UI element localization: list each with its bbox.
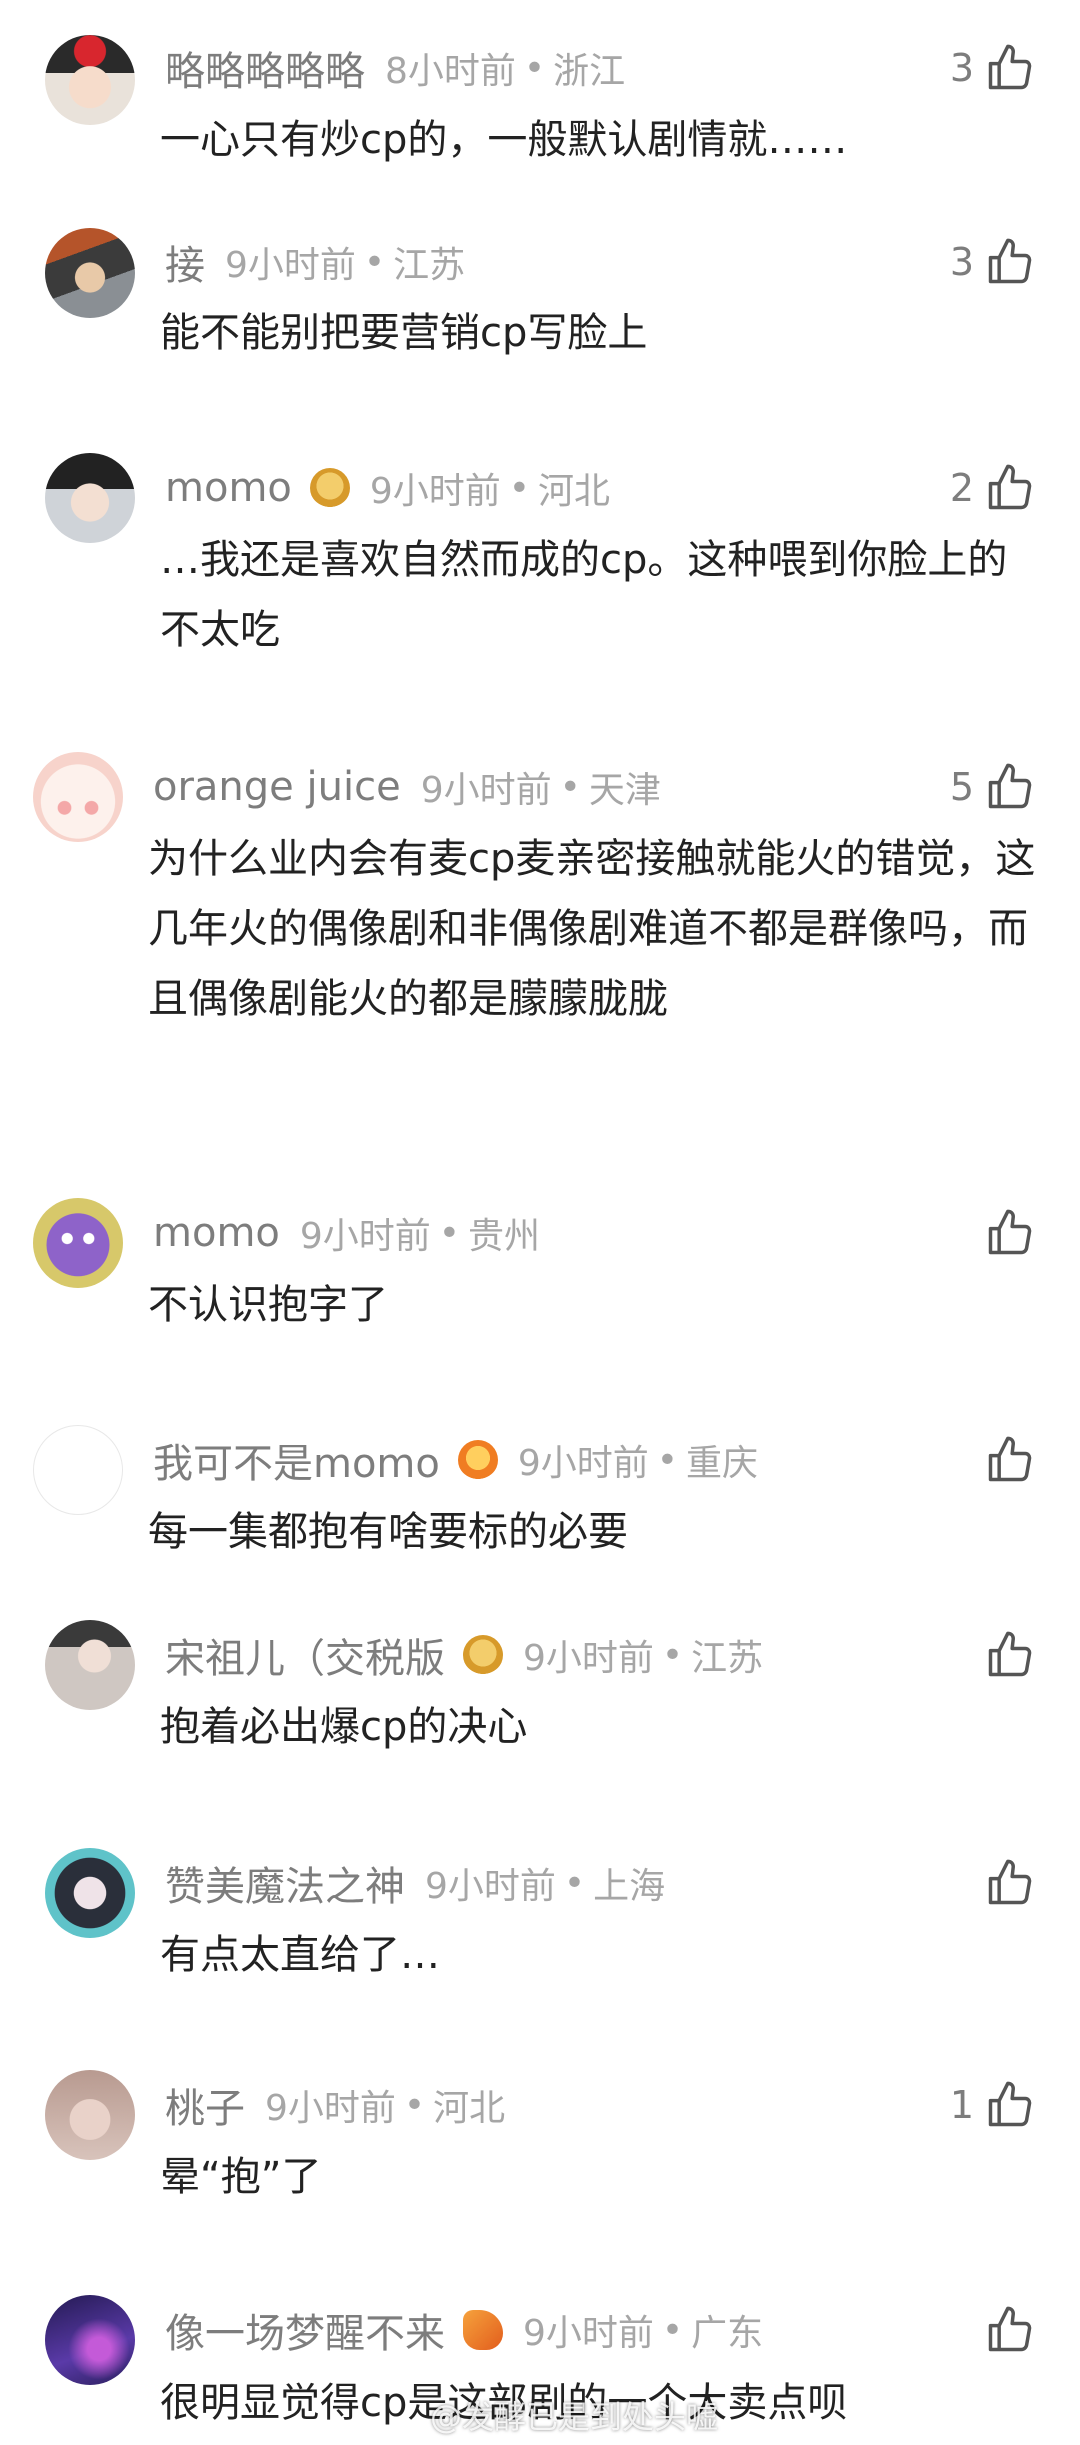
- thumbs-up-icon: [988, 464, 1032, 510]
- comment-text: 抱着必出爆cp的决心: [160, 1704, 528, 1750]
- thumbs-up-icon: [988, 2081, 1032, 2127]
- like-count: 1: [949, 2083, 974, 2127]
- comment-time: 9小时前: [517, 1443, 649, 1484]
- like-button[interactable]: 1: [950, 2075, 1036, 2135]
- like-button[interactable]: [974, 1203, 1036, 1263]
- comment-time: 9小时前: [225, 245, 356, 286]
- comment-location: 浙江: [553, 51, 626, 92]
- comment-meta: momo 9小时前 • 贵州: [153, 1203, 540, 1263]
- username[interactable]: 接: [165, 233, 205, 291]
- like-button[interactable]: 3: [950, 38, 1036, 98]
- separator-dot: •: [656, 1439, 679, 1481]
- thumbs-up-icon: [988, 1209, 1032, 1255]
- username[interactable]: orange juice: [153, 764, 401, 810]
- comment-time: 9小时前: [299, 1216, 431, 1257]
- username[interactable]: momo: [153, 1210, 280, 1256]
- comment-location: 天津: [588, 770, 661, 811]
- like-count: 3: [949, 46, 974, 90]
- username[interactable]: momo: [165, 465, 292, 511]
- separator-dot: •: [559, 766, 581, 808]
- separator-dot: •: [438, 1212, 461, 1254]
- thumbs-up-icon: [988, 1859, 1032, 1905]
- comment-location: 上海: [593, 1866, 666, 1907]
- comment-location: 贵州: [468, 1216, 541, 1257]
- like-count: 3: [949, 240, 974, 284]
- username[interactable]: 我可不是momo: [153, 1431, 440, 1489]
- separator-dot: •: [661, 1634, 684, 1676]
- comment-location: 重庆: [686, 1443, 759, 1484]
- lantern-badge-icon: [309, 468, 350, 508]
- like-button[interactable]: [974, 1853, 1036, 1913]
- avatar[interactable]: [45, 1848, 135, 1938]
- comment-time: 8小时前: [385, 51, 516, 92]
- comment-meta: 赞美魔法之神 9小时前 • 上海: [165, 1853, 665, 1913]
- comment-text: 有点太直给了…: [160, 1932, 440, 1978]
- like-button[interactable]: [974, 1625, 1036, 1685]
- comment-meta: momo 9小时前 • 河北: [165, 458, 610, 518]
- comment-meta: 接 9小时前 • 江苏: [165, 232, 465, 292]
- username[interactable]: 像一场梦醒不来: [165, 2301, 445, 2359]
- username[interactable]: 宋祖儿（交税版: [165, 1626, 445, 1684]
- username[interactable]: 桃子: [165, 2076, 245, 2134]
- avatar[interactable]: [45, 228, 135, 318]
- comment-meta: 我可不是momo 9小时前 • 重庆: [153, 1430, 758, 1490]
- like-count: 5: [949, 765, 974, 809]
- like-count: 2: [949, 466, 974, 510]
- comment-time: 9小时前: [523, 2313, 654, 2354]
- avatar[interactable]: [45, 453, 135, 543]
- thumbs-up-icon: [988, 1631, 1032, 1677]
- separator-dot: •: [523, 47, 546, 89]
- separator-dot: •: [363, 241, 386, 283]
- comment-text: 晕“抱”了: [160, 2154, 322, 2200]
- like-button[interactable]: [974, 1430, 1036, 1490]
- comment-text: 为什么业内会有麦cp麦亲密接触就能火的错觉，这几年火的偶像剧和非偶像剧难道不都是…: [148, 836, 1036, 1022]
- watermark: @发酵已是到处头嘘: [430, 2398, 719, 2436]
- comment-text: 每一集都抱有啥要标的必要: [148, 1509, 628, 1555]
- like-button[interactable]: 3: [950, 232, 1036, 292]
- comment-time: 9小时前: [420, 770, 552, 811]
- separator-dot: •: [508, 467, 531, 509]
- comment-meta: 宋祖儿（交税版 9小时前 • 江苏: [165, 1625, 763, 1685]
- comment-text: 能不能别把要营销cp写脸上: [160, 310, 648, 356]
- thumbs-up-icon: [988, 238, 1032, 284]
- like-button[interactable]: 5: [950, 757, 1036, 817]
- comment-text: …我还是喜欢自然而成的cp。这种喂到你脸上的不太吃: [160, 537, 1008, 653]
- comment-time: 9小时前: [523, 1638, 654, 1679]
- comment-text: 一心只有炒cp的，一般默认剧情就……: [160, 117, 848, 163]
- comment-meta: 略略略略略 8小时前 • 浙江: [165, 38, 625, 98]
- separator-dot: •: [403, 2084, 426, 2126]
- avatar[interactable]: [33, 1425, 123, 1515]
- avatar[interactable]: [33, 1198, 123, 1288]
- avatar[interactable]: [45, 35, 135, 125]
- like-button[interactable]: 2: [950, 458, 1036, 518]
- avatar[interactable]: [33, 752, 123, 842]
- comment-meta: orange juice 9小时前 • 天津: [153, 757, 661, 817]
- thumbs-up-icon: [988, 1436, 1032, 1482]
- comment-meta: 像一场梦醒不来 9小时前 • 广东: [165, 2300, 763, 2360]
- comment-location: 江苏: [393, 245, 466, 286]
- avatar[interactable]: [45, 1620, 135, 1710]
- separator-dot: •: [563, 1862, 586, 1904]
- lantern-badge-icon: [457, 1440, 498, 1480]
- comment-meta: 桃子 9小时前 • 河北: [165, 2075, 505, 2135]
- comment-time: 9小时前: [265, 2088, 396, 2129]
- thumbs-up-icon: [988, 763, 1032, 809]
- comment-time: 9小时前: [369, 471, 501, 512]
- username[interactable]: 赞美魔法之神: [165, 1854, 405, 1912]
- comment-text: 不认识抱字了: [148, 1282, 388, 1328]
- separator-dot: •: [661, 2309, 684, 2351]
- koi-fish-badge-icon: [463, 2310, 503, 2350]
- thumbs-up-icon: [988, 2306, 1032, 2352]
- username[interactable]: 略略略略略: [165, 39, 365, 97]
- comment-time: 9小时前: [425, 1866, 556, 1907]
- comment-location: 广东: [691, 2313, 764, 2354]
- like-button[interactable]: [974, 2300, 1036, 2360]
- thumbs-up-icon: [988, 44, 1032, 90]
- avatar[interactable]: [45, 2295, 135, 2385]
- lantern-badge-icon: [463, 1635, 503, 1675]
- comment-location: 河北: [433, 2088, 506, 2129]
- comment-location: 江苏: [691, 1638, 764, 1679]
- avatar[interactable]: [45, 2070, 135, 2160]
- comment-location: 河北: [538, 471, 611, 512]
